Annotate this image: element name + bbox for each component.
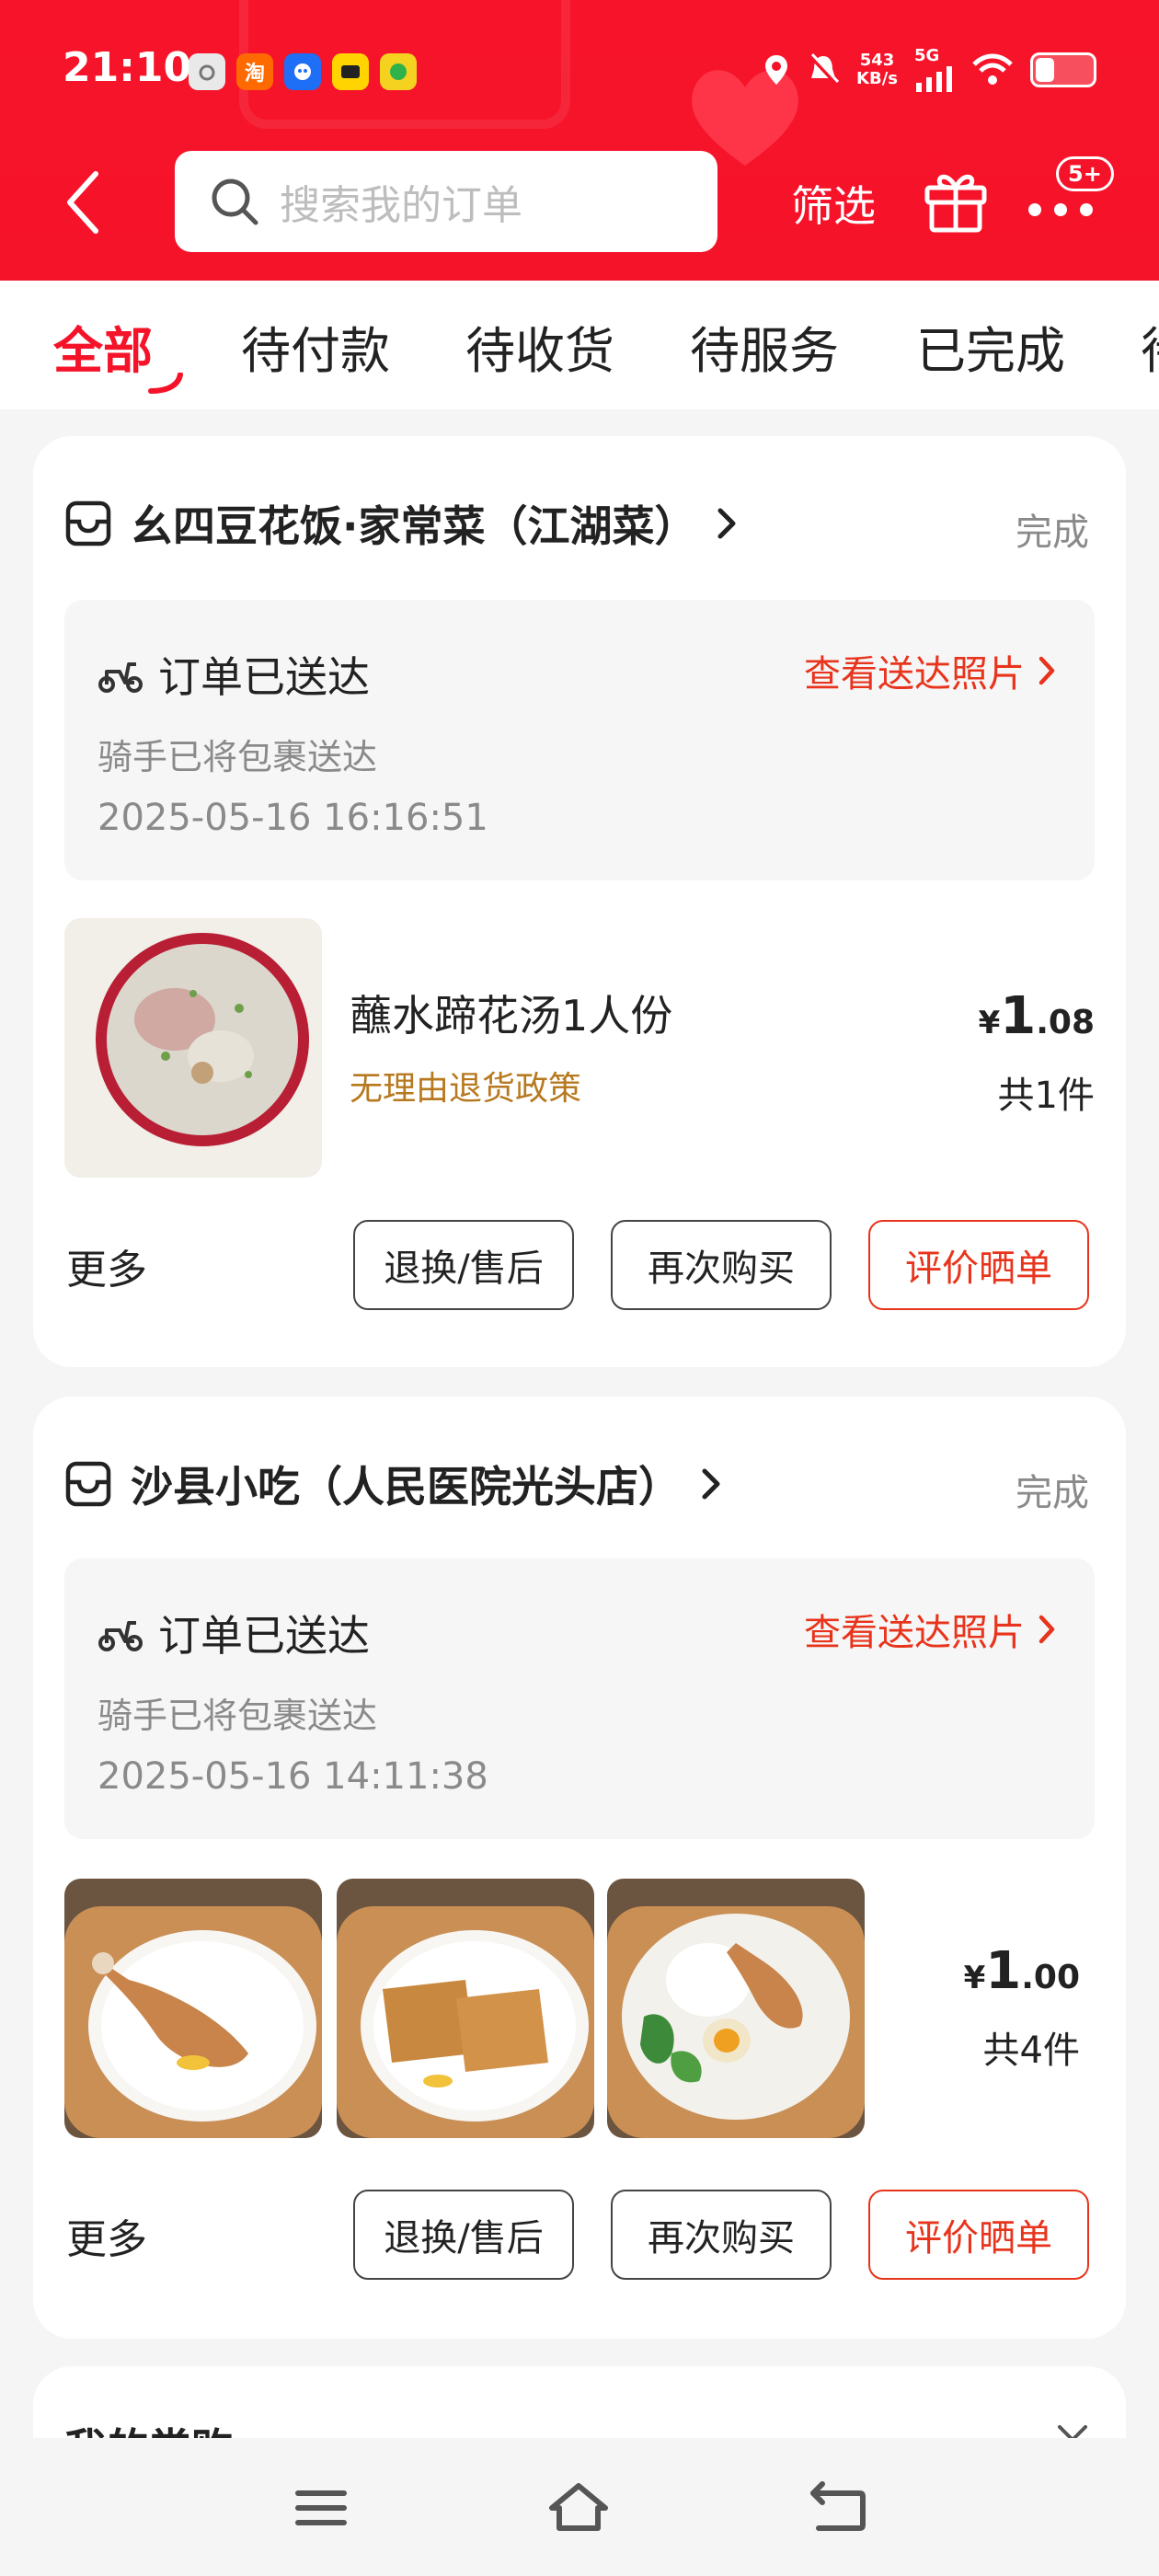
shop-icon <box>65 500 111 546</box>
header-nav-row: 搜索我的订单 筛选 5+ <box>0 138 1159 281</box>
tofu-image <box>337 1879 594 2138</box>
item-quantity: 共4件 <box>982 2030 1080 2072</box>
filter-button[interactable]: 筛选 <box>791 173 876 234</box>
more-actions-link[interactable]: 更多 <box>66 2206 147 2265</box>
home-icon[interactable] <box>546 2480 611 2536</box>
delivery-title: 订单已送达 <box>158 652 370 702</box>
rice-set-image <box>607 1879 865 2138</box>
shop-header[interactable]: 沙县小吃（人民医院光头店） <box>64 1454 723 1514</box>
shop-icon <box>65 1461 111 1507</box>
photo-link-label: 查看送达照片 <box>804 653 1025 696</box>
net-speed: 543 KB/s <box>856 52 898 88</box>
buy-again-button[interactable]: 再次购买 <box>611 2190 832 2280</box>
status-time: 21:10 <box>63 44 192 91</box>
photo-link-label: 查看送达照片 <box>804 1612 1025 1654</box>
delivery-info: 订单已送达 查看送达照片 骑手已将包裹送达 2025-05-16 16:16:5… <box>64 600 1095 880</box>
chevron-right-icon <box>1039 656 1055 685</box>
music-app-icon <box>380 53 417 90</box>
location-icon <box>765 55 788 85</box>
price-currency: ¥ <box>978 1005 1001 1041</box>
status-app-icons: 淘 <box>189 53 417 90</box>
view-delivery-photo-link[interactable]: 查看送达照片 <box>804 644 1056 697</box>
net-speed-value: 543 <box>859 51 895 70</box>
delivery-title: 订单已送达 <box>158 1611 370 1661</box>
tab-pending-receipt[interactable]: 待收货 <box>465 310 614 383</box>
scooter-icon <box>98 1621 143 1651</box>
search-icon <box>212 178 258 225</box>
soup-bowl-image <box>64 918 322 1178</box>
signal-label: 5G <box>914 46 940 65</box>
return-policy-tag: 无理由退货政策 <box>350 1070 582 1108</box>
gift-icon[interactable] <box>922 166 990 234</box>
item-image[interactable] <box>337 1879 594 2138</box>
back-button[interactable] <box>55 166 110 239</box>
shop-name: 沙县小吃（人民医院光头店） <box>131 1462 681 1512</box>
delivery-title-row: 订单已送达 <box>98 644 370 705</box>
item-price: ¥1.08 <box>979 986 1095 1046</box>
review-button[interactable]: 评价晒单 <box>868 1220 1089 1310</box>
review-button[interactable]: 评价晒单 <box>868 2190 1089 2280</box>
shop-header[interactable]: 幺四豆花饭·家常菜（江湖菜） <box>64 493 739 554</box>
return-aftersale-button[interactable]: 退换/售后 <box>353 2190 574 2280</box>
tab-pending-service[interactable]: 待服务 <box>690 310 839 383</box>
price-currency: ¥ <box>963 1960 986 1996</box>
chicken-leg-image <box>64 1879 322 2138</box>
tab-pending-payment[interactable]: 待付款 <box>241 310 390 383</box>
price-decimal: .00 <box>1021 1959 1080 1996</box>
delivery-subtitle: 骑手已将包裹送达 <box>98 737 378 777</box>
signal-bars-icon <box>916 66 952 92</box>
net-speed-unit: KB/s <box>856 69 898 88</box>
delivery-title-row: 订单已送达 <box>98 1603 370 1663</box>
chevron-right-icon <box>717 508 736 539</box>
search-placeholder: 搜索我的订单 <box>280 182 522 229</box>
return-aftersale-button[interactable]: 退换/售后 <box>353 1220 574 1310</box>
taobao-app-icon: 淘 <box>236 53 273 90</box>
tab-more-partial[interactable]: 待 <box>1141 310 1159 383</box>
shop-name: 幺四豆花饭·家常菜（江湖菜） <box>131 501 697 551</box>
delivery-info: 订单已送达 查看送达照片 骑手已将包裹送达 2025-05-16 14:11:3… <box>64 1558 1095 1839</box>
back-arrow-icon <box>67 171 98 234</box>
delivery-subtitle: 骑手已将包裹送达 <box>98 1696 378 1736</box>
status-bar: 21:10 淘 543 KB/s 5G <box>0 0 1159 138</box>
mute-bell-icon <box>809 52 840 86</box>
delivery-time: 2025-05-16 14:11:38 <box>98 1755 488 1798</box>
video-app-icon <box>332 53 369 90</box>
menu-icon[interactable] <box>289 2480 353 2536</box>
order-status: 完成 <box>1016 1472 1089 1514</box>
price-decimal: .08 <box>1036 1004 1095 1041</box>
battery-icon <box>1030 52 1096 87</box>
order-total-price: ¥1.00 <box>964 1941 1080 2001</box>
buy-again-button[interactable]: 再次购买 <box>611 1220 832 1310</box>
item-image[interactable] <box>64 918 322 1178</box>
item-image[interactable] <box>607 1879 865 2138</box>
order-card[interactable]: 幺四豆花饭·家常菜（江湖菜） 完成 订单已送达 查看送达照片 骑手已将包裹送达 … <box>33 436 1126 1367</box>
price-integer: 1 <box>985 1941 1022 2001</box>
view-delivery-photo-link[interactable]: 查看送达照片 <box>804 1603 1056 1656</box>
search-input[interactable]: 搜索我的订单 <box>175 151 717 252</box>
order-tabs: 全部 待付款 待收货 待服务 已完成 待 <box>0 281 1159 409</box>
chevron-right-icon <box>702 1468 720 1500</box>
item-quantity: 共1件 <box>997 1075 1095 1117</box>
more-actions-link[interactable]: 更多 <box>66 1236 147 1295</box>
tab-all[interactable]: 全部 <box>53 310 153 383</box>
status-indicators: 543 KB/s 5G <box>763 48 1096 92</box>
delivery-time: 2025-05-16 16:16:51 <box>98 797 488 839</box>
wifi-icon <box>972 53 1013 85</box>
back-nav-icon[interactable] <box>806 2480 870 2536</box>
tab-completed[interactable]: 已完成 <box>916 310 1065 383</box>
active-tab-indicator <box>148 373 183 394</box>
cell-signal: 5G <box>914 48 955 92</box>
item-image[interactable] <box>64 1879 322 2138</box>
scooter-icon <box>98 662 143 693</box>
order-status: 完成 <box>1016 512 1089 554</box>
system-navigation-bar <box>0 2438 1159 2576</box>
more-badge: 5+ <box>1056 156 1114 191</box>
chat-app-icon <box>284 53 321 90</box>
camera-app-icon <box>189 53 225 90</box>
item-name[interactable]: 蘸水蹄花汤1人份 <box>350 983 672 1043</box>
chevron-right-icon <box>1039 1615 1055 1644</box>
app-header: 21:10 淘 543 KB/s 5G 搜索我的订单 筛选 5+ <box>0 0 1159 281</box>
price-integer: 1 <box>1000 986 1037 1046</box>
order-card[interactable]: 沙县小吃（人民医院光头店） 完成 订单已送达 查看送达照片 骑手已将包裹送达 2… <box>33 1397 1126 2339</box>
